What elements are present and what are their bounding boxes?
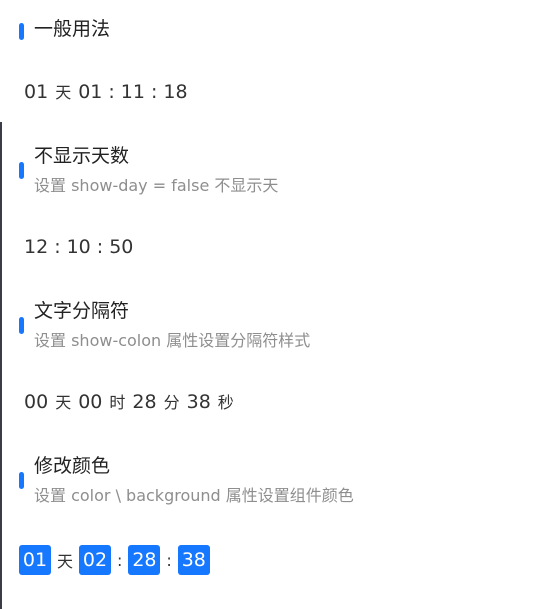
- countdown-colon: :: [117, 550, 123, 570]
- countdown-minutes: 28: [132, 391, 157, 413]
- countdown-text-units: 00 天 00 时 28 分 38 秒: [24, 390, 241, 415]
- section-header: 文字分隔符: [0, 297, 538, 334]
- title-accent-bar: [19, 162, 24, 179]
- section-text-separator: 文字分隔符 设置 show-colon 属性设置分隔符样式: [0, 297, 538, 350]
- countdown-second-unit: 秒: [217, 393, 234, 412]
- window-edge: [0, 122, 2, 609]
- countdown-colon: :: [96, 236, 104, 258]
- countdown-seconds: 50: [109, 236, 134, 258]
- countdown-colon: :: [108, 81, 115, 103]
- section-hide-day: 不显示天数 设置 show-day = false 不显示天: [0, 142, 538, 195]
- countdown-days: 00: [24, 391, 49, 413]
- countdown-seconds: 38: [186, 391, 211, 413]
- section-title: 修改颜色: [34, 455, 111, 477]
- section-header: 一般用法: [0, 15, 538, 43]
- countdown-colon: :: [54, 236, 61, 258]
- countdown-hours-block: 02: [79, 545, 112, 575]
- countdown-demo-page: 一般用法 01 天 01:11:18 不显示天数 设置 show-day = fal…: [0, 0, 538, 609]
- countdown-days-block: 01: [19, 545, 51, 575]
- countdown-day-unit: 天: [55, 83, 72, 102]
- countdown-colon: :: [150, 81, 158, 103]
- title-accent-bar: [19, 472, 24, 489]
- section-title: 文字分隔符: [34, 300, 130, 322]
- countdown-colored: 01 天 02 : 28 : 38: [19, 545, 210, 575]
- section-description: 设置 show-day = false 不显示天: [34, 176, 279, 195]
- countdown-hours: 01: [78, 81, 103, 103]
- title-accent-bar: [19, 23, 24, 40]
- section-header: 修改颜色: [0, 452, 538, 489]
- countdown-no-day: 12:10:50: [24, 235, 133, 259]
- countdown-minutes-block: 28: [128, 545, 161, 575]
- section-title: 不显示天数: [34, 145, 130, 167]
- countdown-basic: 01 天 01:11:18: [24, 80, 188, 105]
- title-accent-bar: [19, 317, 24, 334]
- countdown-colon: :: [166, 550, 172, 570]
- countdown-hours: 00: [78, 391, 103, 413]
- section-description: 设置 color \ background 属性设置组件颜色: [34, 486, 354, 505]
- countdown-minutes: 11: [120, 81, 145, 103]
- countdown-seconds-block: 38: [177, 545, 210, 575]
- countdown-days: 01: [24, 81, 49, 103]
- section-header: 不显示天数: [0, 142, 538, 179]
- countdown-seconds: 18: [163, 81, 188, 103]
- countdown-hour-unit: 时: [109, 393, 126, 412]
- countdown-hours: 12: [24, 236, 49, 258]
- section-title: 一般用法: [34, 18, 111, 40]
- countdown-minute-unit: 分: [163, 393, 180, 412]
- section-basic-usage: 一般用法: [0, 15, 538, 43]
- countdown-day-unit: 天: [57, 552, 74, 571]
- section-description: 设置 show-colon 属性设置分隔符样式: [34, 331, 311, 350]
- countdown-day-unit: 天: [55, 393, 72, 412]
- countdown-minutes: 10: [66, 236, 91, 258]
- section-custom-color: 修改颜色 设置 color \ background 属性设置组件颜色: [0, 452, 538, 505]
